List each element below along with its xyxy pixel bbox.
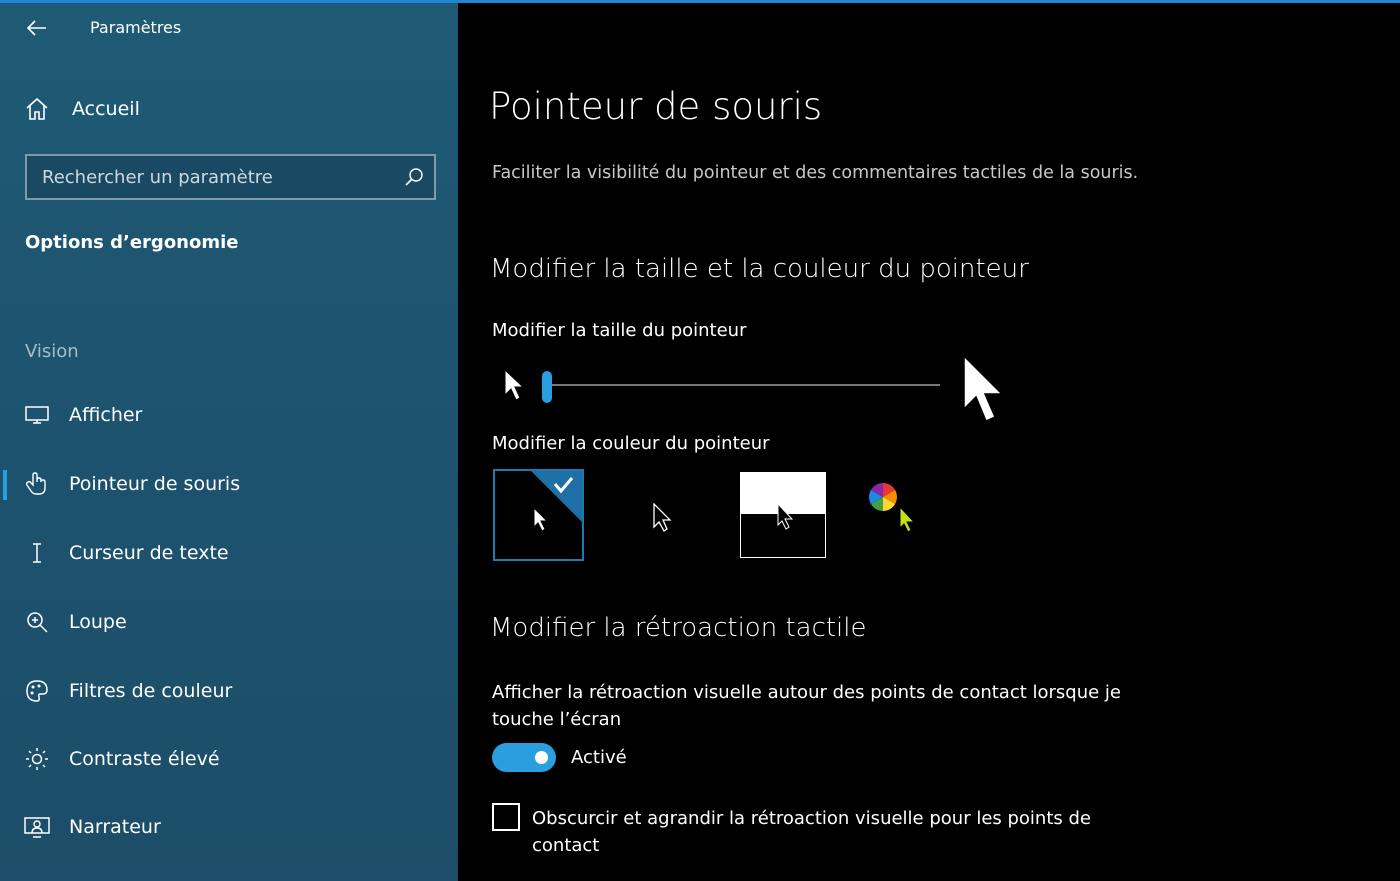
back-arrow-icon bbox=[27, 20, 46, 36]
page-description: Faciliter la visibilité du pointeur et d… bbox=[492, 163, 1139, 183]
sidebar-item-label: Afficher bbox=[69, 404, 143, 426]
size-label: Modifier la taille du pointeur bbox=[492, 320, 747, 341]
text-cursor-icon bbox=[24, 540, 50, 566]
search-icon[interactable] bbox=[394, 157, 434, 197]
sidebar-item-filtres-de-couleur[interactable]: Filtres de couleur bbox=[0, 669, 458, 713]
touch-feedback-heading: Modifier la rétroaction tactile bbox=[490, 613, 867, 643]
sidebar-item-label: Curseur de texte bbox=[69, 542, 229, 564]
main-panel: Pointeur de souris Faciliter la visibili… bbox=[458, 3, 1400, 881]
toggle-state-label: Activé bbox=[571, 747, 627, 768]
touch-feedback-label: Afficher la rétroaction visuelle autour … bbox=[492, 682, 1122, 730]
pointer-color-custom-option[interactable] bbox=[858, 472, 944, 558]
touch-feedback-toggle[interactable] bbox=[492, 743, 556, 772]
monitor-icon bbox=[24, 402, 50, 428]
sidebar-item-afficher[interactable]: Afficher bbox=[0, 393, 458, 437]
home-label: Accueil bbox=[72, 98, 140, 120]
sidebar-item-label: Filtres de couleur bbox=[69, 680, 233, 702]
large-pointer-icon bbox=[963, 355, 1004, 422]
sidebar-item-label: Pointeur de souris bbox=[69, 473, 241, 495]
search-box[interactable] bbox=[25, 154, 436, 200]
app-title: Paramètres bbox=[90, 18, 182, 37]
magnifier-icon bbox=[24, 609, 50, 635]
sidebar-item-curseur-de-texte[interactable]: Curseur de texte bbox=[0, 531, 458, 575]
small-pointer-icon bbox=[504, 369, 525, 401]
sidebar-item-pointeur-de-souris[interactable]: Pointeur de souris bbox=[0, 462, 458, 506]
back-button[interactable] bbox=[22, 15, 52, 41]
darker-feedback-label[interactable]: Obscurcir et agrandir la rétroaction vis… bbox=[532, 805, 1112, 859]
sidebar-item-narrateur[interactable]: Narrateur bbox=[0, 805, 458, 849]
yellow-pointer-icon bbox=[899, 506, 916, 533]
pointer-color-black-option[interactable] bbox=[636, 472, 722, 558]
slider-thumb[interactable] bbox=[542, 371, 552, 403]
sidebar-item-contraste-eleve[interactable]: Contraste élevé bbox=[0, 737, 458, 781]
palette-icon bbox=[24, 678, 50, 704]
white-pointer-icon bbox=[533, 507, 549, 532]
home-nav-item[interactable]: Accueil bbox=[24, 93, 140, 125]
search-input[interactable] bbox=[27, 166, 394, 188]
section-title: Options d’ergonomie bbox=[25, 232, 239, 253]
inverted-pointer-icon bbox=[777, 503, 794, 530]
black-pointer-icon bbox=[653, 503, 672, 532]
pointer-color-inverted-option[interactable] bbox=[740, 472, 826, 558]
pointer-size-slider[interactable] bbox=[542, 371, 940, 403]
size-color-heading: Modifier la taille et la couleur du poin… bbox=[490, 254, 1029, 284]
hand-pointer-icon bbox=[24, 471, 50, 497]
darker-feedback-checkbox[interactable] bbox=[492, 803, 520, 831]
color-label: Modifier la couleur du pointeur bbox=[492, 433, 770, 454]
sidebar-item-label: Narrateur bbox=[69, 816, 161, 838]
toggle-knob bbox=[535, 751, 548, 764]
home-icon bbox=[26, 97, 48, 120]
sidebar-item-label: Loupe bbox=[69, 611, 127, 633]
brightness-icon bbox=[24, 746, 50, 772]
sidebar-item-label: Contraste élevé bbox=[69, 748, 220, 770]
sidebar: Paramètres Accueil Options d’ergonomie V… bbox=[0, 3, 458, 881]
color-wheel-icon bbox=[869, 483, 897, 511]
slider-track[interactable] bbox=[544, 384, 940, 386]
narrator-icon bbox=[24, 814, 50, 840]
pointer-color-white-option[interactable] bbox=[493, 469, 584, 561]
sidebar-item-loupe[interactable]: Loupe bbox=[0, 600, 458, 644]
group-label-vision: Vision bbox=[25, 341, 79, 362]
page-title: Pointeur de souris bbox=[489, 85, 823, 128]
